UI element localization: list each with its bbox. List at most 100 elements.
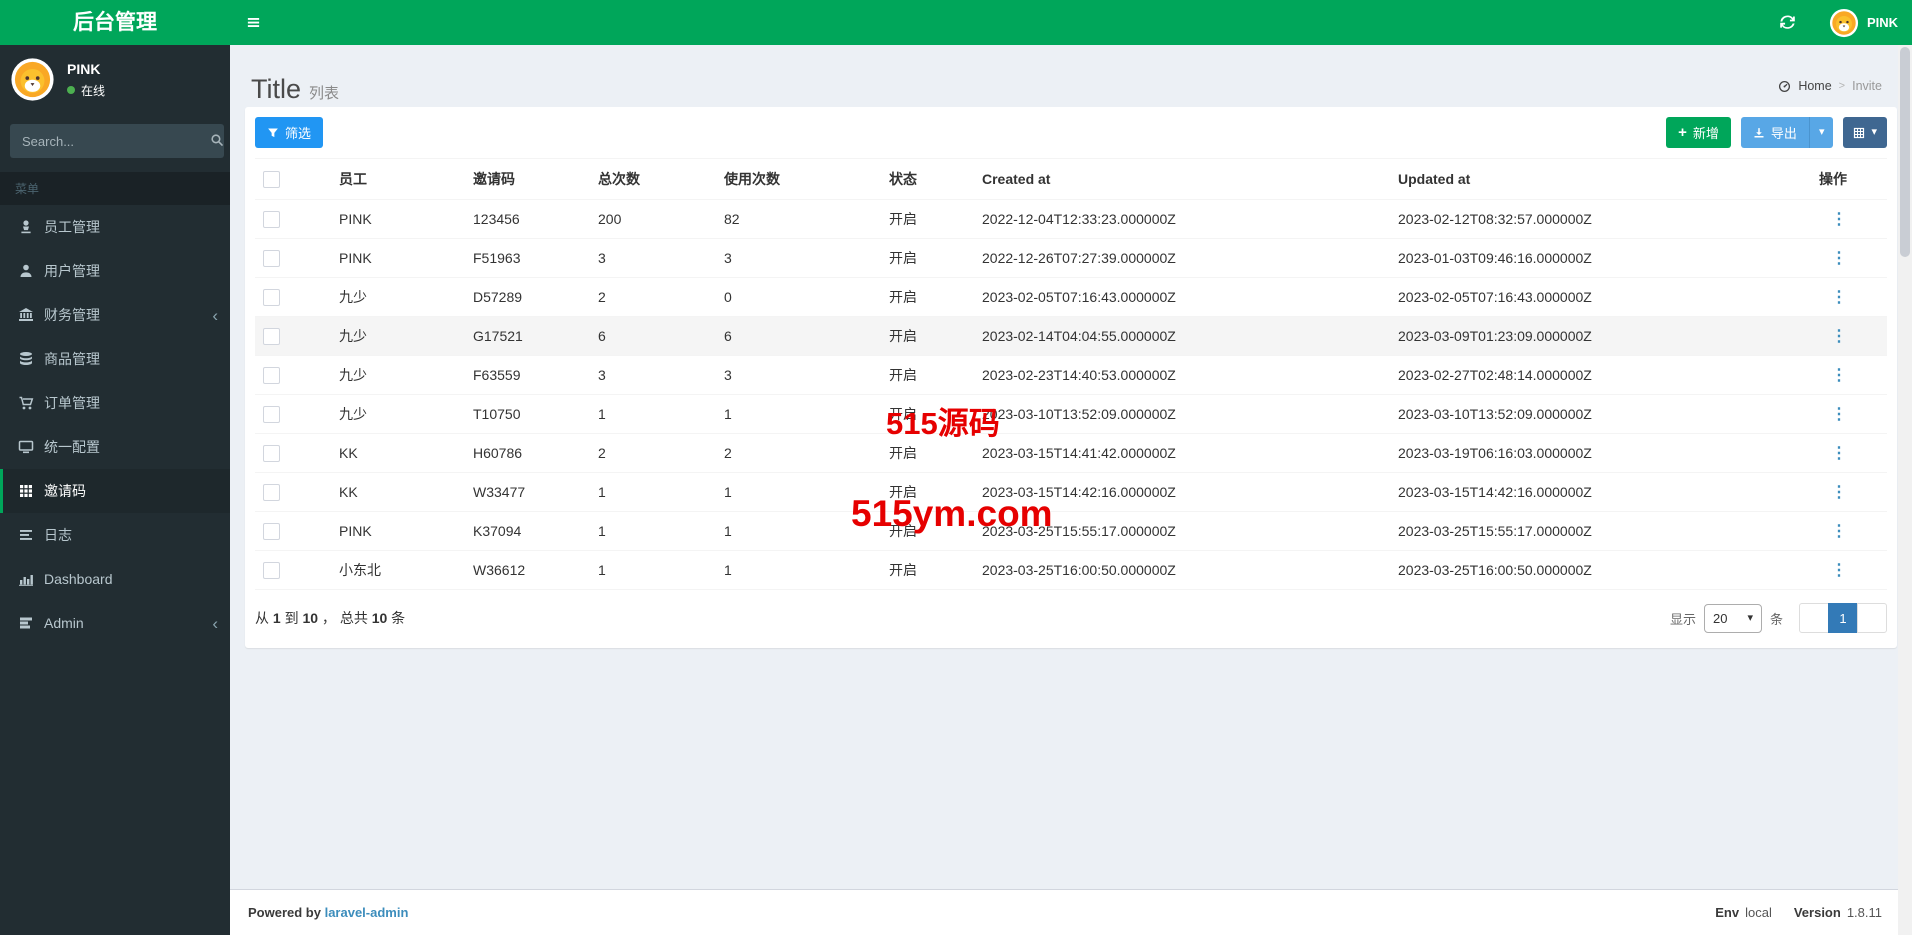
pager-page-1[interactable]: 1 — [1828, 603, 1858, 633]
row-checkbox[interactable] — [263, 522, 280, 540]
cell-created-at: 2023-02-05T07:16:43.000000Z — [974, 277, 1390, 317]
row-actions-button[interactable]: ⋮ — [1831, 406, 1847, 423]
sidebar-item[interactable]: 用户管理 ‹ — [0, 249, 230, 293]
row-checkbox[interactable] — [263, 210, 280, 228]
row-actions-button[interactable]: ⋮ — [1831, 250, 1847, 267]
breadcrumb: Home > Invite — [1778, 79, 1882, 105]
pager-next-button[interactable] — [1857, 603, 1887, 633]
refresh-button[interactable] — [1770, 0, 1805, 45]
caret-down-icon: ▾ — [1747, 611, 1753, 624]
per-page-unit: 条 — [1769, 611, 1783, 627]
row-checkbox[interactable] — [263, 444, 280, 462]
user-menu-name: PINK — [1866, 15, 1898, 30]
row-actions-button[interactable]: ⋮ — [1831, 211, 1847, 228]
row-checkbox[interactable] — [263, 561, 280, 579]
table-row: KK H60786 2 2 开启 2023-03-15T14:41:42.000… — [255, 433, 1887, 473]
search-input[interactable] — [10, 124, 210, 158]
cell-created-at: 2023-03-15T14:42:16.000000Z — [974, 472, 1390, 512]
row-actions-button[interactable]: ⋮ — [1831, 445, 1847, 462]
menu-item-label: 财务管理 — [44, 307, 100, 323]
cell-updated-at: 2023-03-25T16:00:50.000000Z — [1390, 550, 1690, 590]
caret-down-icon: ▾ — [1818, 126, 1825, 138]
sidebar-item[interactable]: 财务管理 ‹ — [0, 293, 230, 337]
export-button-label: 导出 — [1770, 126, 1797, 141]
sidebar-item[interactable]: 员工管理 ‹ — [0, 205, 230, 249]
cell-created-at: 2023-03-10T13:52:09.000000Z — [974, 394, 1390, 434]
cell-total: 200 — [590, 199, 716, 239]
cell-code: F63559 — [465, 355, 590, 395]
pager-prev-button[interactable] — [1799, 603, 1829, 633]
page-scrollbar[interactable] — [1898, 45, 1912, 935]
sidebar-item[interactable]: 订单管理 ‹ — [0, 381, 230, 425]
table-row: KK W33477 1 1 开启 2023-03-15T14:42:16.000… — [255, 472, 1887, 512]
row-actions-button[interactable]: ⋮ — [1831, 523, 1847, 540]
cell-employee: 小东北 — [331, 550, 465, 590]
select-all-checkbox[interactable] — [263, 170, 280, 188]
plus-icon: + — [1678, 124, 1687, 141]
row-checkbox[interactable] — [263, 288, 280, 306]
cell-created-at: 2023-03-25T16:00:50.000000Z — [974, 550, 1390, 590]
search-icon — [210, 133, 224, 147]
cell-employee: 九少 — [331, 316, 465, 356]
user-menu[interactable]: PINK — [1825, 0, 1902, 45]
cell-updated-at: 2023-01-03T09:46:16.000000Z — [1390, 238, 1690, 278]
menu-item-label: 订单管理 — [44, 395, 100, 411]
cell-code: 123456 — [465, 199, 590, 239]
sidebar-item[interactable]: 统一配置 ‹ — [0, 425, 230, 469]
filter-button-label: 筛选 — [285, 126, 312, 141]
cell-total: 1 — [590, 550, 716, 590]
cell-used: 1 — [716, 550, 881, 590]
scrollbar-thumb[interactable] — [1900, 47, 1910, 257]
pagination-summary: 从 1 到 10 ， 总共 10 条 — [255, 610, 406, 626]
sidebar-menu: 员工管理 ‹ 用户管理 ‹ 财务管理 ‹ 商品管理 — [0, 205, 230, 645]
row-checkbox[interactable] — [263, 366, 280, 384]
row-checkbox[interactable] — [263, 483, 280, 501]
sidebar-item[interactable]: Dashboard ‹ — [0, 557, 230, 601]
row-actions-button[interactable]: ⋮ — [1831, 367, 1847, 384]
export-dropdown-button[interactable]: ▾ — [1808, 117, 1834, 148]
menu-item-icon — [18, 263, 34, 279]
version-value: 1.8.11 — [1846, 905, 1882, 920]
row-checkbox[interactable] — [263, 405, 280, 423]
sidebar-item[interactable]: 日志 ‹ — [0, 513, 230, 557]
sidebar-search — [10, 124, 224, 158]
row-checkbox[interactable] — [263, 327, 280, 345]
menu-item-icon — [18, 219, 34, 235]
cell-created-at: 2022-12-04T12:33:23.000000Z — [974, 199, 1390, 239]
breadcrumb-home-link[interactable]: Home — [1798, 79, 1831, 93]
sidebar-item[interactable]: 商品管理 ‹ — [0, 337, 230, 381]
per-page-select[interactable]: 20 ▾ — [1703, 603, 1762, 633]
cell-employee: PINK — [331, 511, 465, 551]
row-actions-button[interactable]: ⋮ — [1831, 289, 1847, 306]
page-title-block: Title 列表 — [251, 73, 339, 105]
search-button[interactable] — [210, 124, 224, 158]
sidebar-toggle-button[interactable] — [230, 0, 277, 45]
cell-updated-at: 2023-02-05T07:16:43.000000Z — [1390, 277, 1690, 317]
export-button[interactable]: 导出 — [1740, 117, 1809, 148]
cell-status: 开启 — [881, 394, 974, 434]
table-row: 小东北 W36612 1 1 开启 2023-03-25T16:00:50.00… — [255, 550, 1887, 590]
cell-used: 1 — [716, 472, 881, 512]
row-actions-button[interactable]: ⋮ — [1831, 484, 1847, 501]
row-checkbox[interactable] — [263, 249, 280, 267]
sidebar-item[interactable]: Admin ‹ — [0, 601, 230, 645]
per-page-value: 20 — [1712, 610, 1728, 626]
row-actions-button[interactable]: ⋮ — [1831, 562, 1847, 579]
cell-employee: KK — [331, 472, 465, 512]
cell-total: 2 — [590, 277, 716, 317]
cell-used: 0 — [716, 277, 881, 317]
refresh-icon — [1780, 15, 1795, 30]
row-actions-button[interactable]: ⋮ — [1831, 328, 1847, 345]
online-status-dot — [67, 86, 75, 94]
sidebar-item[interactable]: 邀请码 ‹ — [0, 469, 230, 513]
breadcrumb-separator: > — [1838, 80, 1846, 92]
online-status-label: 在线 — [81, 83, 106, 98]
cell-total: 3 — [590, 355, 716, 395]
column-selector-button[interactable]: ▾ — [1843, 117, 1887, 148]
cell-status: 开启 — [881, 199, 974, 239]
filter-button[interactable]: 筛选 — [255, 117, 324, 148]
app-logo[interactable]: 后台管理 — [0, 0, 230, 45]
laravel-admin-link[interactable]: laravel-admin — [325, 905, 409, 920]
add-button[interactable]: + 新增 — [1666, 117, 1731, 148]
menu-item-icon — [18, 439, 34, 455]
